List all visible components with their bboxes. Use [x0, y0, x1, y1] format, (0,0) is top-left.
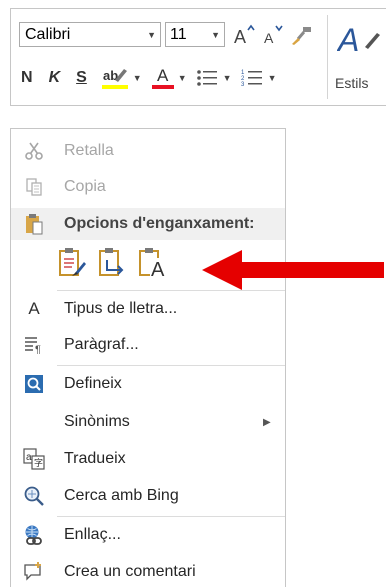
- mini-toolbar: Calibri ▼ 11 ▼ A A N K S ab ▼ A ▼ ▼ 1 2 …: [10, 8, 386, 106]
- menu-item-label: Tipus de lletra...: [64, 300, 178, 317]
- menu-item-label: Cerca amb Bing: [64, 487, 179, 504]
- menu-section-label: Opcions d'enganxament:: [64, 215, 255, 232]
- bold-button[interactable]: N: [21, 69, 33, 87]
- menu-item-label: Paràgraf...: [64, 336, 139, 353]
- font-color-swatch: [151, 85, 174, 89]
- menu-separator: [57, 365, 285, 366]
- chevron-down-icon[interactable]: ▼: [268, 73, 277, 83]
- chevron-down-icon[interactable]: ▼: [133, 73, 142, 83]
- font-name-value: Calibri: [25, 25, 71, 43]
- chevron-down-icon[interactable]: ▼: [223, 73, 232, 83]
- menu-item-label: Retalla: [64, 142, 114, 159]
- chevron-right-icon: ▶: [263, 416, 271, 428]
- shrink-font-button[interactable]: A: [259, 22, 287, 47]
- svg-text:字: 字: [34, 457, 43, 469]
- search-icon: [23, 485, 45, 507]
- context-menu: Retalla Copia Opcions d'enganxament: A A…: [10, 128, 286, 587]
- svg-text:A: A: [264, 30, 274, 46]
- clipboard-icon: [23, 213, 45, 235]
- format-painter-button[interactable]: [287, 22, 315, 47]
- define-icon: [23, 373, 45, 395]
- font-icon: A: [28, 299, 40, 318]
- paragraph-icon: ¶: [23, 334, 45, 356]
- text-highlight-button[interactable]: ab: [101, 66, 131, 91]
- grow-font-icon: A: [234, 24, 255, 46]
- menu-item-new-comment[interactable]: Crea un comentari: [11, 556, 285, 588]
- svg-text:¶: ¶: [35, 344, 41, 354]
- toolbar-divider: [327, 15, 328, 99]
- translate-icon: a 字: [23, 448, 45, 470]
- comment-icon: [23, 561, 45, 583]
- paste-merge-formatting-icon: [99, 248, 124, 276]
- menu-item-label: Defineix: [64, 375, 122, 392]
- svg-text:A: A: [234, 27, 246, 46]
- annotation-arrow-icon: [202, 250, 384, 290]
- menu-item-font[interactable]: A Tipus de lletra...: [11, 293, 285, 325]
- copy-icon: [23, 176, 45, 198]
- menu-item-translate[interactable]: a 字 Tradueix: [11, 443, 285, 475]
- highlighter-icon: ab: [101, 68, 128, 89]
- bullet-list-icon: [196, 70, 217, 86]
- shrink-font-icon: A: [264, 25, 283, 46]
- paste-text-only-icon: A: [139, 248, 165, 278]
- numbered-list-icon: 1 2 3: [241, 70, 262, 88]
- menu-item-copy[interactable]: Copia: [11, 171, 285, 203]
- styles-button[interactable]: A Estils: [335, 19, 386, 99]
- format-painter-icon: [292, 26, 311, 45]
- svg-text:A: A: [337, 22, 359, 57]
- grow-font-button[interactable]: A: [229, 22, 259, 47]
- menu-item-cut[interactable]: Retalla: [11, 135, 285, 167]
- svg-text:3: 3: [241, 82, 245, 88]
- bullets-button[interactable]: [195, 66, 219, 91]
- menu-item-label: Tradueix: [64, 450, 126, 467]
- menu-section-paste-options: Opcions d'enganxament:: [11, 208, 285, 240]
- link-icon: [23, 524, 45, 546]
- mini-toolbar-row-1: Calibri ▼ 11 ▼ A A: [19, 21, 315, 48]
- menu-item-link[interactable]: Enllaç...: [11, 519, 285, 551]
- menu-item-synonyms[interactable]: Sinònims ▶: [11, 406, 285, 438]
- svg-text:a: a: [26, 452, 32, 463]
- styles-icon: A: [337, 22, 380, 57]
- menu-item-search-bing[interactable]: Cerca amb Bing: [11, 480, 285, 512]
- paste-keep-text-only-button[interactable]: A: [137, 245, 167, 279]
- paste-options-row: A: [57, 245, 167, 279]
- chevron-down-icon[interactable]: ▼: [211, 30, 220, 40]
- styles-label: Estils: [335, 75, 369, 91]
- menu-item-paragraph[interactable]: ¶ Paràgraf...: [11, 329, 285, 361]
- menu-item-label: Enllaç...: [64, 526, 121, 543]
- menu-separator: [57, 516, 285, 517]
- paste-text-only-letter: A: [151, 259, 165, 278]
- paste-keep-formatting-icon: [59, 248, 86, 276]
- numbering-button[interactable]: 1 2 3: [240, 66, 264, 91]
- font-size-value: 11: [170, 25, 187, 43]
- italic-button[interactable]: K: [49, 69, 61, 87]
- mini-toolbar-row-2: N K S ab ▼ A ▼ ▼ 1 2 3 ▼: [21, 65, 276, 91]
- menu-item-label: Sinònims: [64, 413, 130, 430]
- menu-item-label: Crea un comentari: [64, 563, 196, 580]
- paste-keep-source-formatting-button[interactable]: [57, 245, 87, 279]
- menu-item-define[interactable]: Defineix: [11, 368, 285, 400]
- scissors-icon: [23, 140, 45, 162]
- font-size-combobox[interactable]: 11 ▼: [165, 22, 225, 47]
- chevron-down-icon[interactable]: ▼: [147, 30, 156, 40]
- font-name-combobox[interactable]: Calibri ▼: [19, 22, 161, 47]
- svg-text:ab: ab: [103, 68, 118, 83]
- font-color-button[interactable]: A: [151, 66, 174, 91]
- paste-merge-formatting-button[interactable]: [97, 245, 127, 279]
- font-color-letter: A: [157, 66, 169, 85]
- chevron-down-icon[interactable]: ▼: [178, 73, 187, 83]
- underline-button[interactable]: S: [76, 69, 87, 87]
- menu-item-label: Copia: [64, 178, 106, 195]
